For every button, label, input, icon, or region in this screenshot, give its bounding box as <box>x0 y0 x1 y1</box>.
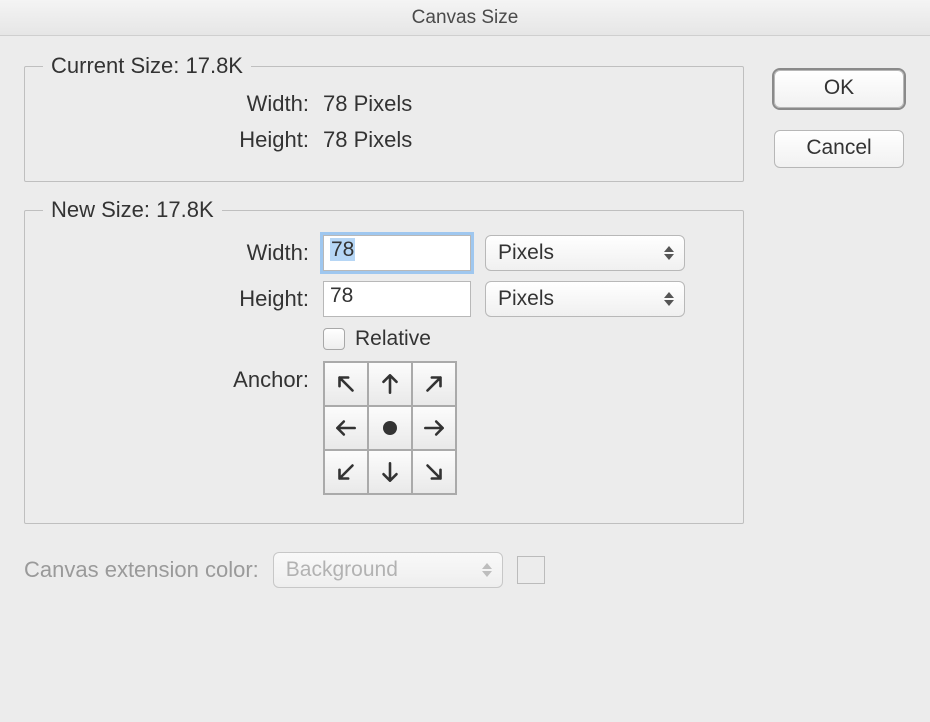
new-size-group: New Size: 17.8K Width: 78 Pixels Height:… <box>24 210 744 524</box>
dialog-content: Current Size: 17.8K Width: 78 Pixels Hei… <box>0 36 930 86</box>
height-units-value: Pixels <box>498 287 554 311</box>
stepper-arrows-icon <box>482 563 492 577</box>
arrow-sw-icon <box>333 459 359 485</box>
arrow-right-icon <box>421 415 447 441</box>
width-input[interactable]: 78 <box>323 235 471 271</box>
button-column: OK Cancel <box>774 70 906 190</box>
relative-checkbox[interactable] <box>323 328 345 350</box>
new-height-label: Height: <box>43 286 323 312</box>
arrow-up-icon <box>377 371 403 397</box>
main-column: Current Size: 17.8K Width: 78 Pixels Hei… <box>24 66 744 588</box>
arrow-nw-icon <box>333 371 359 397</box>
anchor-ne[interactable] <box>412 362 456 406</box>
anchor-s[interactable] <box>368 450 412 494</box>
stepper-arrows-icon <box>664 246 674 260</box>
current-width-label: Width: <box>43 91 323 117</box>
extension-color-label: Canvas extension color: <box>24 557 259 583</box>
current-height-label: Height: <box>43 127 323 153</box>
height-input[interactable]: 78 <box>323 281 471 317</box>
extension-color-row: Canvas extension color: Background <box>24 552 744 588</box>
extension-color-select[interactable]: Background <box>273 552 503 588</box>
new-width-label: Width: <box>43 240 323 266</box>
height-units-select[interactable]: Pixels <box>485 281 685 317</box>
current-size-group: Current Size: 17.8K Width: 78 Pixels Hei… <box>24 66 744 182</box>
anchor-center-dot-icon <box>383 421 397 435</box>
relative-label: Relative <box>355 327 431 351</box>
arrow-se-icon <box>421 459 447 485</box>
anchor-n[interactable] <box>368 362 412 406</box>
width-units-value: Pixels <box>498 241 554 265</box>
current-width-value: 78 Pixels <box>323 91 412 117</box>
cancel-button[interactable]: Cancel <box>774 130 904 168</box>
anchor-w[interactable] <box>324 406 368 450</box>
width-input-value: 78 <box>330 238 355 261</box>
width-units-select[interactable]: Pixels <box>485 235 685 271</box>
window-title: Canvas Size <box>0 0 930 36</box>
anchor-nw[interactable] <box>324 362 368 406</box>
arrow-down-icon <box>377 459 403 485</box>
stepper-arrows-icon <box>664 292 674 306</box>
anchor-e[interactable] <box>412 406 456 450</box>
arrow-left-icon <box>333 415 359 441</box>
ok-button[interactable]: OK <box>774 70 904 108</box>
new-size-legend: New Size: 17.8K <box>43 197 222 223</box>
current-size-legend: Current Size: 17.8K <box>43 53 251 79</box>
extension-color-value: Background <box>286 558 398 582</box>
anchor-center[interactable] <box>368 406 412 450</box>
anchor-grid <box>323 361 457 495</box>
height-input-value: 78 <box>330 284 353 307</box>
arrow-ne-icon <box>421 371 447 397</box>
extension-color-swatch[interactable] <box>517 556 545 584</box>
anchor-sw[interactable] <box>324 450 368 494</box>
current-height-value: 78 Pixels <box>323 127 412 153</box>
anchor-label: Anchor: <box>43 361 323 393</box>
anchor-se[interactable] <box>412 450 456 494</box>
